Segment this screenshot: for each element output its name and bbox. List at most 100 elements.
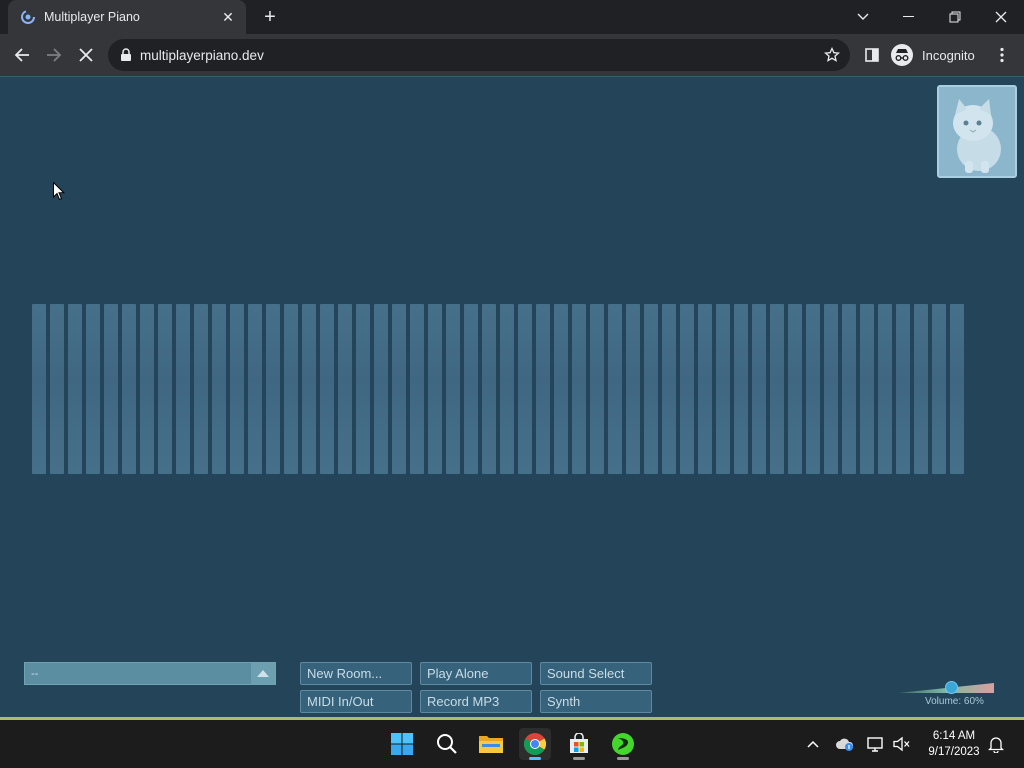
channel-select[interactable]: -- <box>24 662 276 685</box>
windows-taskbar: 6:14 AM 9/17/2023 <box>0 720 1024 768</box>
piano-key[interactable] <box>428 304 442 474</box>
minimize-icon[interactable] <box>894 4 924 30</box>
new-tab-button[interactable]: + <box>260 7 280 27</box>
piano-key[interactable] <box>410 304 424 474</box>
folder-icon <box>479 736 503 753</box>
piano-key[interactable] <box>212 304 226 474</box>
piano-key[interactable] <box>68 304 82 474</box>
razer-app-button[interactable] <box>607 728 639 760</box>
piano-key[interactable] <box>842 304 856 474</box>
tab-close-icon[interactable]: ✕ <box>220 9 236 26</box>
network-icon[interactable] <box>866 734 886 754</box>
running-app-indicator <box>617 757 629 760</box>
incognito-indicator[interactable]: Incognito <box>890 42 975 68</box>
clock-time: 6:14 AM <box>932 730 976 742</box>
piano-key[interactable] <box>824 304 838 474</box>
play-alone-button[interactable]: Play Alone <box>420 662 532 685</box>
piano-key[interactable] <box>338 304 352 474</box>
volume-slider[interactable] <box>898 681 994 695</box>
tab-search-chevron-icon[interactable] <box>848 4 878 30</box>
start-button[interactable] <box>386 728 418 760</box>
piano-key[interactable] <box>770 304 784 474</box>
taskbar-search-button[interactable] <box>431 728 463 760</box>
record-mp3-button[interactable]: Record MP3 <box>420 690 532 713</box>
more-menu-icon[interactable] <box>990 43 1014 67</box>
piano-key[interactable] <box>266 304 280 474</box>
user-avatar-cat[interactable] <box>937 85 1017 178</box>
piano-key[interactable] <box>662 304 676 474</box>
side-panel-icon[interactable] <box>860 43 884 67</box>
piano-key[interactable] <box>320 304 334 474</box>
piano-key[interactable] <box>698 304 712 474</box>
restore-icon[interactable] <box>940 4 970 30</box>
midi-in-out-button[interactable]: MIDI In/Out <box>300 690 412 713</box>
razer-icon <box>612 733 634 755</box>
piano-key[interactable] <box>464 304 478 474</box>
piano-key[interactable] <box>554 304 568 474</box>
lock-icon[interactable] <box>120 48 132 62</box>
piano-key[interactable] <box>878 304 892 474</box>
show-hidden-icons-chevron-icon[interactable] <box>803 734 823 754</box>
piano-key[interactable] <box>626 304 640 474</box>
piano-key[interactable] <box>140 304 154 474</box>
piano-key[interactable] <box>194 304 208 474</box>
piano-key[interactable] <box>896 304 910 474</box>
piano-key[interactable] <box>248 304 262 474</box>
piano-key[interactable] <box>806 304 820 474</box>
synth-button[interactable]: Synth <box>540 690 652 713</box>
piano-key[interactable] <box>32 304 46 474</box>
piano-key[interactable] <box>446 304 460 474</box>
piano-key[interactable] <box>482 304 496 474</box>
piano-key[interactable] <box>230 304 244 474</box>
onedrive-cloud-icon[interactable] <box>835 734 855 754</box>
piano-key[interactable] <box>860 304 874 474</box>
windows-logo-icon <box>391 733 413 755</box>
piano-key[interactable] <box>392 304 406 474</box>
piano-key[interactable] <box>914 304 928 474</box>
piano-keyboard[interactable] <box>32 304 966 474</box>
piano-key[interactable] <box>50 304 64 474</box>
piano-key[interactable] <box>302 304 316 474</box>
taskbar-clock[interactable]: 6:14 AM 9/17/2023 <box>924 728 984 760</box>
piano-key[interactable] <box>158 304 172 474</box>
piano-key[interactable] <box>752 304 766 474</box>
piano-key[interactable] <box>932 304 946 474</box>
piano-key[interactable] <box>572 304 586 474</box>
piano-key[interactable] <box>374 304 388 474</box>
piano-key[interactable] <box>680 304 694 474</box>
channel-dropdown-arrow-icon[interactable] <box>251 663 275 684</box>
speaker-muted-icon[interactable] <box>892 734 912 754</box>
tab-title: Multiplayer Piano <box>44 10 140 24</box>
piano-key[interactable] <box>734 304 748 474</box>
volume-knob[interactable] <box>945 681 958 694</box>
piano-key[interactable] <box>122 304 136 474</box>
forward-arrow-icon[interactable] <box>42 43 66 67</box>
sound-select-button[interactable]: Sound Select <box>540 662 652 685</box>
piano-key[interactable] <box>788 304 802 474</box>
file-explorer-button[interactable] <box>475 728 507 760</box>
stop-loading-icon[interactable] <box>74 43 98 67</box>
piano-key[interactable] <box>104 304 118 474</box>
tab-multiplayer-piano[interactable]: Multiplayer Piano ✕ <box>8 0 246 34</box>
piano-key[interactable] <box>536 304 550 474</box>
microsoft-store-button[interactable] <box>563 728 595 760</box>
piano-key[interactable] <box>518 304 532 474</box>
close-window-icon[interactable] <box>986 4 1016 30</box>
piano-key[interactable] <box>284 304 298 474</box>
notification-bell-icon[interactable] <box>986 734 1006 754</box>
chrome-taskbar-button[interactable] <box>519 728 551 760</box>
address-bar[interactable]: multiplayerpiano.dev <box>108 39 850 71</box>
piano-key[interactable] <box>500 304 514 474</box>
bookmark-star-icon[interactable] <box>824 47 840 63</box>
piano-key[interactable] <box>176 304 190 474</box>
tab-strip: Multiplayer Piano ✕ + <box>0 0 1024 34</box>
back-arrow-icon[interactable] <box>10 43 34 67</box>
piano-key[interactable] <box>86 304 100 474</box>
piano-key[interactable] <box>590 304 604 474</box>
piano-key[interactable] <box>356 304 370 474</box>
new-room-button[interactable]: New Room... <box>300 662 412 685</box>
piano-key[interactable] <box>716 304 730 474</box>
piano-key[interactable] <box>950 304 964 474</box>
piano-key[interactable] <box>644 304 658 474</box>
piano-key[interactable] <box>608 304 622 474</box>
